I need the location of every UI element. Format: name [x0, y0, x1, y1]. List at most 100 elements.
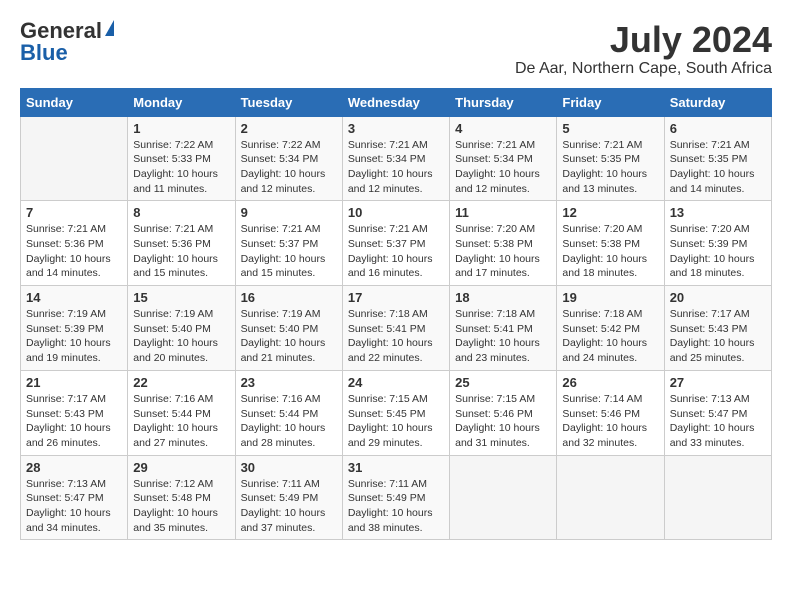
day-cell: 5Sunrise: 7:21 AMSunset: 5:35 PMDaylight… — [557, 116, 664, 201]
day-info: Sunrise: 7:13 AMSunset: 5:47 PMDaylight:… — [26, 477, 122, 536]
day-cell: 7 Sunrise: 7:21 AMSunset: 5:36 PMDaylight… — [21, 201, 128, 286]
title-area: July 2024 De Aar, Northern Cape, South A… — [515, 20, 772, 78]
day-number: 17 — [348, 290, 444, 305]
day-number: 10 — [348, 205, 444, 220]
day-number: 23 — [241, 375, 337, 390]
day-number: 15 — [133, 290, 229, 305]
day-number: 18 — [455, 290, 551, 305]
day-info: Sunrise: 7:18 AMSunset: 5:41 PMDaylight:… — [455, 307, 551, 366]
day-cell: 23 Sunrise: 7:16 AMSunset: 5:44 PMDayligh… — [235, 370, 342, 455]
day-cell: 18 Sunrise: 7:18 AMSunset: 5:41 PMDayligh… — [450, 286, 557, 371]
calendar-table: SundayMondayTuesdayWednesdayThursdayFrid… — [20, 88, 772, 541]
day-cell: 14Sunrise: 7:19 AMSunset: 5:39 PMDayligh… — [21, 286, 128, 371]
day-cell: 15 Sunrise: 7:19 AMSunset: 5:40 PMDayligh… — [128, 286, 235, 371]
day-number: 30 — [241, 460, 337, 475]
header-cell-friday: Friday — [557, 88, 664, 116]
day-info: Sunrise: 7:11 AMSunset: 5:49 PMDaylight:… — [241, 477, 337, 536]
week-row-5: 28 Sunrise: 7:13 AMSunset: 5:47 PMDayligh… — [21, 455, 772, 540]
location-title: De Aar, Northern Cape, South Africa — [515, 60, 772, 78]
header-cell-tuesday: Tuesday — [235, 88, 342, 116]
day-cell: 11Sunrise: 7:20 AMSunset: 5:38 PMDayligh… — [450, 201, 557, 286]
day-number: 21 — [26, 375, 122, 390]
day-number: 16 — [241, 290, 337, 305]
calendar-body: 1 Sunrise: 7:22 AMSunset: 5:33 PMDaylight… — [21, 116, 772, 540]
day-info: Sunrise: 7:20 AMSunset: 5:39 PMDaylight:… — [670, 222, 766, 281]
day-number: 28 — [26, 460, 122, 475]
day-number: 5 — [562, 121, 658, 136]
day-number: 3 — [348, 121, 444, 136]
day-info: Sunrise: 7:19 AMSunset: 5:40 PMDaylight:… — [133, 307, 229, 366]
day-cell: 26 Sunrise: 7:14 AMSunset: 5:46 PMDayligh… — [557, 370, 664, 455]
logo-blue-text: Blue — [20, 42, 68, 64]
day-info: Sunrise: 7:14 AMSunset: 5:46 PMDaylight:… — [562, 392, 658, 451]
day-cell: 6Sunrise: 7:21 AMSunset: 5:35 PMDaylight… — [664, 116, 771, 201]
day-number: 8 — [133, 205, 229, 220]
header-cell-wednesday: Wednesday — [342, 88, 449, 116]
day-info: Sunrise: 7:21 AMSunset: 5:34 PMDaylight:… — [455, 138, 551, 197]
day-number: 12 — [562, 205, 658, 220]
day-info: Sunrise: 7:12 AMSunset: 5:48 PMDaylight:… — [133, 477, 229, 536]
day-number: 9 — [241, 205, 337, 220]
day-info: Sunrise: 7:18 AMSunset: 5:42 PMDaylight:… — [562, 307, 658, 366]
header-cell-monday: Monday — [128, 88, 235, 116]
day-number: 22 — [133, 375, 229, 390]
day-cell: 1 Sunrise: 7:22 AMSunset: 5:33 PMDaylight… — [128, 116, 235, 201]
day-cell — [450, 455, 557, 540]
day-cell — [21, 116, 128, 201]
day-info: Sunrise: 7:15 AMSunset: 5:45 PMDaylight:… — [348, 392, 444, 451]
day-number: 27 — [670, 375, 766, 390]
day-info: Sunrise: 7:18 AMSunset: 5:41 PMDaylight:… — [348, 307, 444, 366]
day-info: Sunrise: 7:16 AMSunset: 5:44 PMDaylight:… — [133, 392, 229, 451]
day-cell: 9 Sunrise: 7:21 AMSunset: 5:37 PMDaylight… — [235, 201, 342, 286]
day-info: Sunrise: 7:21 AMSunset: 5:37 PMDaylight:… — [348, 222, 444, 281]
day-info: Sunrise: 7:16 AMSunset: 5:44 PMDaylight:… — [241, 392, 337, 451]
day-info: Sunrise: 7:21 AMSunset: 5:35 PMDaylight:… — [670, 138, 766, 197]
day-cell: 27 Sunrise: 7:13 AMSunset: 5:47 PMDayligh… — [664, 370, 771, 455]
header-row: SundayMondayTuesdayWednesdayThursdayFrid… — [21, 88, 772, 116]
day-cell: 10 Sunrise: 7:21 AMSunset: 5:37 PMDayligh… — [342, 201, 449, 286]
day-number: 1 — [133, 121, 229, 136]
header-cell-sunday: Sunday — [21, 88, 128, 116]
day-number: 4 — [455, 121, 551, 136]
day-number: 7 — [26, 205, 122, 220]
day-number: 20 — [670, 290, 766, 305]
day-info: Sunrise: 7:11 AMSunset: 5:49 PMDaylight:… — [348, 477, 444, 536]
day-cell: 13Sunrise: 7:20 AMSunset: 5:39 PMDayligh… — [664, 201, 771, 286]
day-number: 26 — [562, 375, 658, 390]
day-info: Sunrise: 7:21 AMSunset: 5:36 PMDaylight:… — [133, 222, 229, 281]
day-cell — [557, 455, 664, 540]
day-cell: 16 Sunrise: 7:19 AMSunset: 5:40 PMDayligh… — [235, 286, 342, 371]
day-cell: 17 Sunrise: 7:18 AMSunset: 5:41 PMDayligh… — [342, 286, 449, 371]
logo-icon — [105, 20, 114, 36]
day-info: Sunrise: 7:13 AMSunset: 5:47 PMDaylight:… — [670, 392, 766, 451]
day-cell: 24 Sunrise: 7:15 AMSunset: 5:45 PMDayligh… — [342, 370, 449, 455]
day-info: Sunrise: 7:20 AMSunset: 5:38 PMDaylight:… — [455, 222, 551, 281]
day-cell: 28 Sunrise: 7:13 AMSunset: 5:47 PMDayligh… — [21, 455, 128, 540]
day-number: 24 — [348, 375, 444, 390]
day-info: Sunrise: 7:19 AMSunset: 5:39 PMDaylight:… — [26, 307, 122, 366]
day-cell: 8 Sunrise: 7:21 AMSunset: 5:36 PMDaylight… — [128, 201, 235, 286]
day-number: 25 — [455, 375, 551, 390]
day-cell: 25Sunrise: 7:15 AMSunset: 5:46 PMDayligh… — [450, 370, 557, 455]
day-cell: 31Sunrise: 7:11 AMSunset: 5:49 PMDayligh… — [342, 455, 449, 540]
day-cell: 30 Sunrise: 7:11 AMSunset: 5:49 PMDayligh… — [235, 455, 342, 540]
day-info: Sunrise: 7:17 AMSunset: 5:43 PMDaylight:… — [670, 307, 766, 366]
day-info: Sunrise: 7:20 AMSunset: 5:38 PMDaylight:… — [562, 222, 658, 281]
day-cell: 21 Sunrise: 7:17 AMSunset: 5:43 PMDayligh… — [21, 370, 128, 455]
day-info: Sunrise: 7:19 AMSunset: 5:40 PMDaylight:… — [241, 307, 337, 366]
day-cell: 12 Sunrise: 7:20 AMSunset: 5:38 PMDayligh… — [557, 201, 664, 286]
week-row-4: 21 Sunrise: 7:17 AMSunset: 5:43 PMDayligh… — [21, 370, 772, 455]
day-cell — [664, 455, 771, 540]
day-info: Sunrise: 7:21 AMSunset: 5:36 PMDaylight:… — [26, 222, 122, 281]
week-row-3: 14Sunrise: 7:19 AMSunset: 5:39 PMDayligh… — [21, 286, 772, 371]
day-info: Sunrise: 7:22 AMSunset: 5:33 PMDaylight:… — [133, 138, 229, 197]
day-number: 19 — [562, 290, 658, 305]
header-cell-saturday: Saturday — [664, 88, 771, 116]
logo-general-text: General — [20, 20, 102, 42]
day-info: Sunrise: 7:21 AMSunset: 5:37 PMDaylight:… — [241, 222, 337, 281]
day-cell: 4 Sunrise: 7:21 AMSunset: 5:34 PMDaylight… — [450, 116, 557, 201]
day-cell: 22 Sunrise: 7:16 AMSunset: 5:44 PMDayligh… — [128, 370, 235, 455]
day-info: Sunrise: 7:17 AMSunset: 5:43 PMDaylight:… — [26, 392, 122, 451]
day-cell: 19 Sunrise: 7:18 AMSunset: 5:42 PMDayligh… — [557, 286, 664, 371]
logo: General Blue — [20, 20, 114, 64]
